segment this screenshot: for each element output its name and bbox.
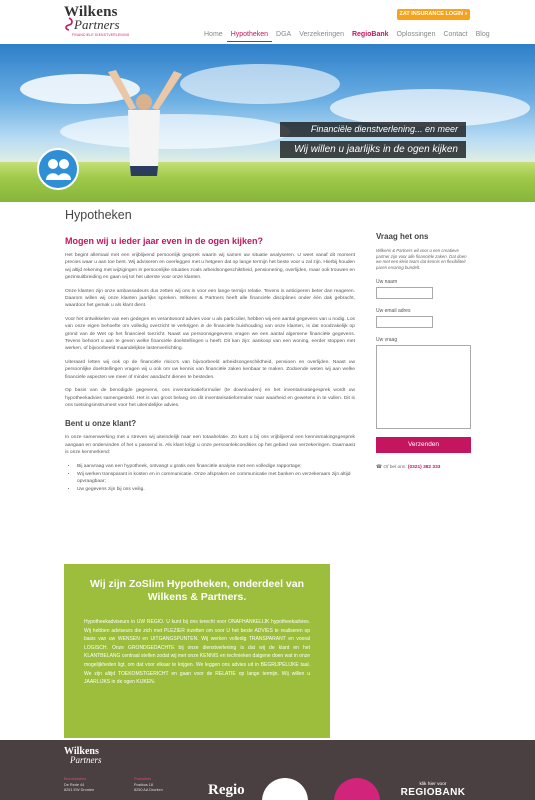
name-field[interactable] (376, 287, 433, 300)
page: Wilkens Partners FINANCIELE DIENSTVERLEN… (0, 0, 535, 800)
nav-item-regiobank[interactable]: RegioBank (348, 28, 393, 42)
logo[interactable]: Wilkens Partners FINANCIELE DIENSTVERLEN… (64, 4, 134, 40)
bullet-list: Bij aanvraag van een hypotheek, ontvangt… (77, 463, 355, 494)
regiobank-big-text: REGIOBANK (400, 787, 466, 798)
nav-item-blog[interactable]: Blog (472, 28, 494, 42)
header: Wilkens Partners FINANCIELE DIENSTVERLEN… (0, 0, 535, 44)
intro-heading: Mogen wij u ieder jaar even in de ogen k… (65, 236, 264, 246)
phone-line: ☎ Of bel ons: (0321) 382 333 (376, 465, 471, 470)
nav-item-verzekeringen[interactable]: Verzekeringen (295, 28, 348, 42)
paragraph: Uiteraard letten wij ook op de financiël… (65, 359, 355, 380)
phone-number[interactable]: (0321) 382 333 (408, 465, 441, 470)
zoslim-text: Hypotheekadviseurs in UW REGIO. U kunt b… (84, 619, 310, 686)
hero-image: Financiële dienstverlening... en meer Wi… (0, 44, 535, 202)
footer-address-line: 8251 EW Dronten (64, 788, 95, 792)
main-nav: Home Hypotheken DGA Verzekeringen RegioB… (200, 28, 494, 42)
regiobank-link[interactable]: klik hier voor REGIOBANK (396, 782, 470, 800)
paragraph: In onze samenwerking met u streven wij u… (65, 435, 355, 456)
sidebar-intro: Wilkens & Partners wil voor u een creati… (376, 248, 467, 270)
sidebar-title: Vraag het ons (376, 232, 429, 241)
name-label: Uw naam (376, 279, 398, 286)
regio-logo[interactable]: Regio (208, 782, 245, 799)
paragraph: Het begint allemaal met een vrijblijvend… (65, 253, 355, 281)
footer-visit-address: Bezoekadres De Rede 44 8251 EW Dronten (64, 777, 94, 794)
question-field[interactable] (376, 345, 471, 430)
main-content: Hypotheken Mogen wij u ieder jaar even i… (65, 208, 355, 497)
email-label: Uw email adres (376, 308, 411, 315)
hero-cloud (180, 64, 340, 104)
phone-prefix: Of bel ons: (383, 465, 407, 471)
contact-sidebar: Vraag het ons Wilkens & Partners wil voo… (376, 232, 471, 470)
nav-item-dga[interactable]: DGA (272, 28, 295, 42)
nav-item-hypotheken[interactable]: Hypotheken (226, 28, 273, 42)
send-button[interactable]: Verzenden (376, 437, 471, 454)
zoslim-title: Wij zijn ZoSlim Hypotheken, onderdeel va… (89, 578, 305, 603)
hero-banner-line2: Wij willen u jaarlijks in de ogen kijken (280, 141, 466, 158)
logo-sub: Partners (74, 17, 120, 32)
question-label: Uw vraag (376, 337, 398, 344)
family-icon (37, 148, 79, 190)
sub-heading: Bent u onze klant? (65, 419, 137, 429)
paragraph: Voor het ontwikkelen van een gedegen en … (65, 316, 355, 352)
phone-icon: ☎ (376, 465, 382, 471)
hero-field (0, 162, 535, 202)
list-item: Bij aanvraag van een hypotheek, ontvangt… (77, 463, 355, 470)
paragraph: Op basis van de benodigde gegevens, ons … (65, 388, 355, 408)
footer-logo-sub: Partners (70, 755, 102, 765)
nav-item-contact[interactable]: Contact (439, 28, 471, 42)
insurance-login-button[interactable]: ZAT INSURANCE LOGIN » (397, 9, 470, 20)
paragraph: Onze klanten zijn onze ambassadeurs dus … (65, 288, 355, 309)
logo-swirl-icon (65, 17, 73, 31)
logo-tagline: FINANCIELE DIENSTVERLENING (72, 33, 130, 37)
page-title: Hypotheken (65, 208, 132, 222)
nav-item-home[interactable]: Home (200, 28, 227, 42)
footer-post-address: Postadres Postbus 18 8250 AA Dronten (134, 777, 163, 794)
list-item: Uw gegevens zijn bij ons veilig. (77, 486, 355, 493)
nav-item-oplossingen[interactable]: Oplossingen (393, 28, 440, 42)
hero-man-figure (108, 70, 182, 176)
zoslim-box: Wij zijn ZoSlim Hypotheken, onderdeel va… (64, 564, 330, 738)
email-field[interactable] (376, 316, 433, 329)
footer-logo[interactable]: Wilkens Partners (64, 746, 102, 765)
list-item: Wij werken transparant in kosten en in c… (77, 471, 355, 485)
footer-address-line: 8250 AA Dronten (134, 788, 163, 792)
hero-banner-line1: Financiële dienstverlening... en meer (280, 122, 466, 137)
